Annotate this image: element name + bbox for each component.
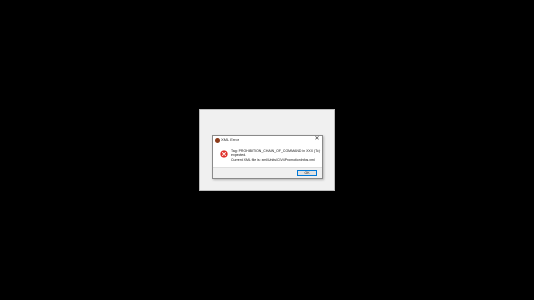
message-line: Current XML file is: xml\Units\CIV4Promo… <box>231 157 315 162</box>
app-icon <box>215 138 220 143</box>
ok-button[interactable]: OK <box>297 170 317 176</box>
close-button[interactable]: ✕ <box>313 136 321 143</box>
dialog-footer: OK <box>213 167 322 178</box>
error-message: Tag: PROHIBITION_CHAIN_OF_COMMAND in XXX… <box>231 149 321 162</box>
dialog-title: XML Error <box>221 137 240 142</box>
error-icon <box>220 150 228 158</box>
dialog-titlebar: XML Error ✕ <box>213 136 322 144</box>
xml-error-dialog: XML Error ✕ Tag: PROHIBITION_CHAIN_OF_CO… <box>212 135 323 179</box>
